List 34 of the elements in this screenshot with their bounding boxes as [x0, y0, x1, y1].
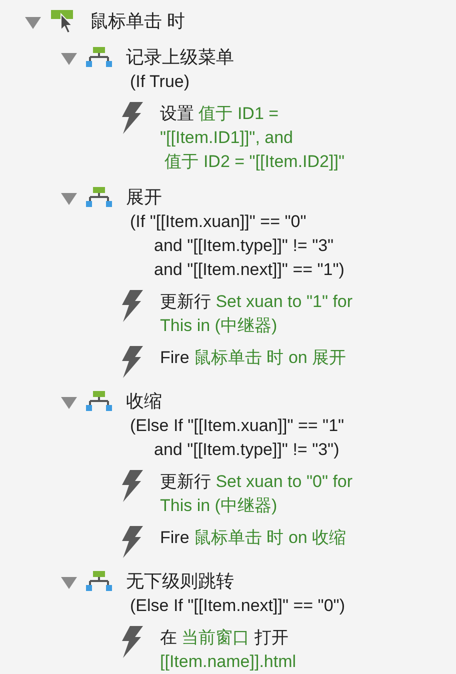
- event-title[interactable]: 鼠标单击 时: [90, 8, 186, 34]
- expand-triangle-icon[interactable]: [60, 576, 78, 590]
- case-condition: (Else If "[[Item.xuan]]" == "1": [129, 415, 344, 437]
- case-title[interactable]: 记录上级菜单: [126, 44, 234, 70]
- action-text[interactable]: Fire 鼠标单击 时 on 收缩: [160, 526, 346, 550]
- case-title[interactable]: 无下级则跳转: [126, 568, 345, 594]
- case-condition: and "[[Item.type]]" != "3": [153, 235, 335, 257]
- lightning-icon: [120, 346, 144, 378]
- case-title[interactable]: 展开: [126, 184, 344, 210]
- case-condition: (Else If "[[Item.next]]" == "0"): [129, 595, 345, 617]
- action-text[interactable]: Fire 鼠标单击 时 on 展开: [160, 346, 346, 370]
- action-text[interactable]: 更新行 Set xuan to "0" for This in (中继器): [160, 470, 353, 518]
- case-condition: and "[[Item.type]]" != "3"): [153, 439, 340, 461]
- case-title[interactable]: 收缩: [126, 388, 344, 414]
- expand-triangle-icon[interactable]: [60, 52, 78, 66]
- expand-triangle-icon[interactable]: [24, 16, 42, 30]
- case-condition: (If True): [129, 71, 191, 93]
- action-text[interactable]: 在 当前窗口 打开 [[Item.name]].html: [160, 626, 296, 674]
- action-text[interactable]: 更新行 Set xuan to "1" for This in (中继器): [160, 290, 353, 338]
- cursor-event-icon: [50, 8, 76, 34]
- lightning-icon: [120, 102, 144, 134]
- expand-triangle-icon[interactable]: [60, 396, 78, 410]
- case-condition: (If "[[Item.xuan]]" == "0": [129, 211, 308, 233]
- case-condition: and "[[Item.next]]" == "1"): [153, 259, 344, 281]
- case-branch-icon: [86, 46, 112, 68]
- case-branch-icon: [86, 186, 112, 208]
- case-branch-icon: [86, 570, 112, 592]
- lightning-icon: [120, 290, 144, 322]
- case-branch-icon: [86, 390, 112, 412]
- lightning-icon: [120, 470, 144, 502]
- lightning-icon: [120, 526, 144, 558]
- action-text[interactable]: 设置 值于 ID1 = "[[Item.ID1]]", and 值于 ID2 = "[[Item.ID2]]": [160, 102, 344, 174]
- lightning-icon: [120, 626, 144, 658]
- expand-triangle-icon[interactable]: [60, 192, 78, 206]
